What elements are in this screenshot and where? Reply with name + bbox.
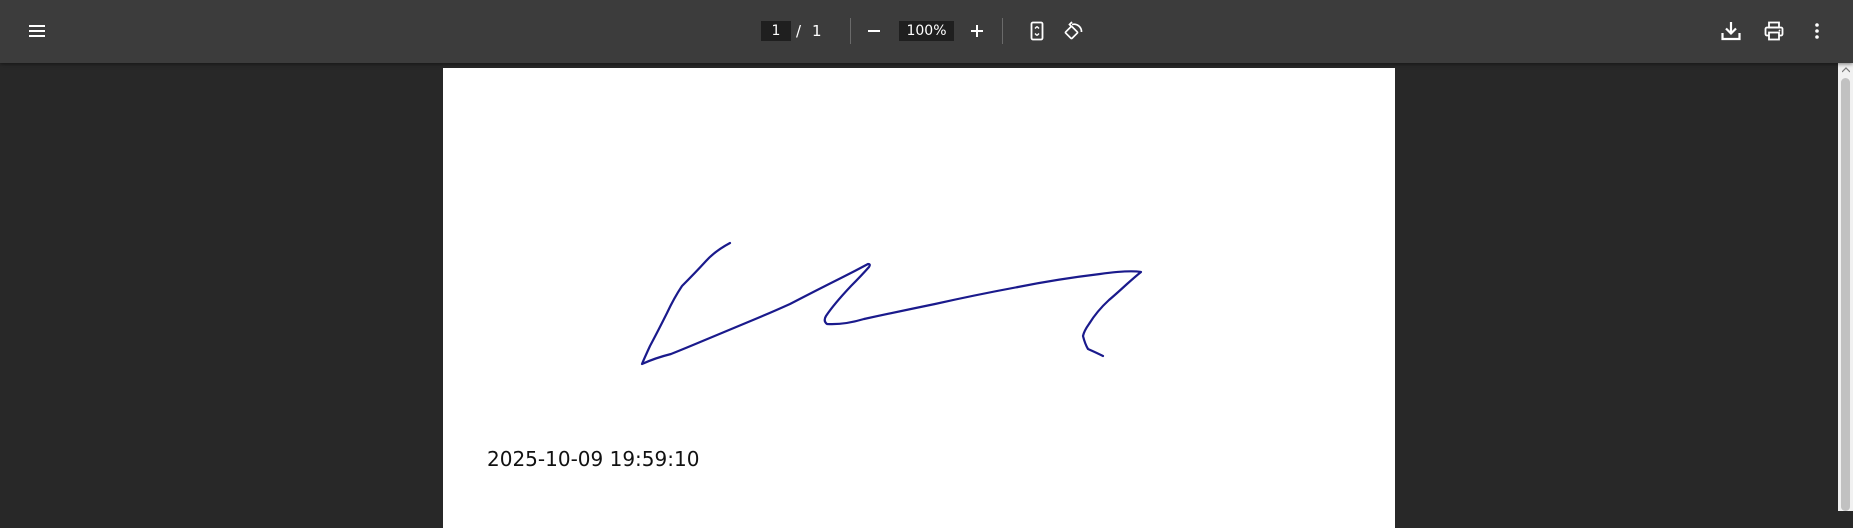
more-actions-button[interactable] <box>1799 13 1835 49</box>
page-total: 1 <box>812 22 822 40</box>
fit-to-page-icon <box>1030 21 1044 41</box>
scroll-up-arrow[interactable] <box>1838 65 1853 75</box>
fit-to-page-button[interactable] <box>1019 13 1055 49</box>
download-icon <box>1721 22 1741 41</box>
chevron-up-icon <box>1841 67 1850 73</box>
toolbar-divider <box>1002 18 1003 44</box>
print-button[interactable] <box>1756 13 1792 49</box>
pdf-page: 2025-10-09 19:59:10 <box>443 68 1395 528</box>
hamburger-menu-icon <box>29 25 45 37</box>
toolbar-divider <box>850 18 851 44</box>
scrollbar-thumb[interactable] <box>1841 78 1850 511</box>
zoom-in-button[interactable] <box>959 13 995 49</box>
print-icon <box>1764 21 1784 41</box>
more-vertical-icon <box>1815 23 1819 39</box>
rotate-counterclockwise-icon <box>1064 21 1083 40</box>
pdf-toolbar: / 1 <box>0 0 1853 63</box>
zoom-out-button[interactable] <box>856 13 892 49</box>
menu-button[interactable] <box>19 13 55 49</box>
plus-icon <box>971 25 983 37</box>
zoom-input[interactable] <box>899 21 954 41</box>
page-number-input[interactable] <box>761 21 791 41</box>
signature-timestamp: 2025-10-09 19:59:10 <box>487 447 700 471</box>
download-button[interactable] <box>1713 13 1749 49</box>
minus-icon <box>868 30 880 32</box>
page-separator: / <box>796 22 802 40</box>
vertical-scrollbar[interactable] <box>1838 63 1853 511</box>
document-viewer[interactable]: 2025-10-09 19:59:10 <box>0 63 1853 528</box>
rotate-button[interactable] <box>1056 13 1092 49</box>
